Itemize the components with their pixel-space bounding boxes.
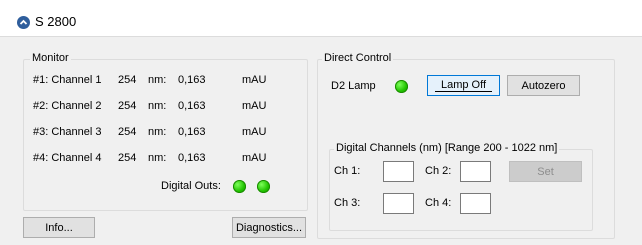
title-bar: S 2800 xyxy=(0,0,642,36)
ch3-input[interactable] xyxy=(383,193,414,214)
ch2-label: Ch 2: xyxy=(425,165,452,177)
diagnostics-button-label: Diagnostics... xyxy=(235,221,303,234)
channel-3-label: #3: Channel 3 xyxy=(33,126,102,138)
channel-1-label: #1: Channel 1 xyxy=(33,74,102,86)
set-button[interactable]: Set xyxy=(509,161,582,182)
autozero-button[interactable]: Autozero xyxy=(507,75,580,96)
d2-lamp-led-icon xyxy=(395,80,408,93)
channel-4-label: #4: Channel 4 xyxy=(33,152,102,164)
ch4-label: Ch 4: xyxy=(425,197,452,209)
digital-channels-group: Digital Channels (nm) [Range 200 - 1022 … xyxy=(329,142,593,231)
channel-1-value: 0,163 xyxy=(178,74,206,86)
direct-control-legend: Direct Control xyxy=(322,52,394,64)
digital-out-1-led-icon xyxy=(233,180,246,193)
digital-outs-label: Digital Outs: xyxy=(161,180,221,192)
channel-1-wavelength: 254 xyxy=(118,74,137,86)
diagnostics-button[interactable]: Diagnostics... xyxy=(232,217,306,238)
channel-2-nm-label: nm: xyxy=(148,100,167,112)
info-button[interactable]: Info... xyxy=(23,217,95,238)
channel-3-nm-label: nm: xyxy=(148,126,167,138)
ch2-input[interactable] xyxy=(460,161,491,182)
ch4-input[interactable] xyxy=(460,193,491,214)
monitor-legend: Monitor xyxy=(30,52,71,64)
digital-channels-legend: Digital Channels (nm) [Range 200 - 1022 … xyxy=(334,142,560,154)
channel-2-wavelength: 254 xyxy=(118,100,137,112)
collapse-chevron-icon[interactable] xyxy=(17,16,30,29)
channel-4-unit: mAU xyxy=(242,152,267,164)
ch3-label: Ch 3: xyxy=(334,197,361,209)
monitor-group: Monitor #1: Channel 1 254 nm: 0,163 mAU … xyxy=(23,52,308,211)
channel-4-value: 0,163 xyxy=(178,152,206,164)
control-panel: Monitor #1: Channel 1 254 nm: 0,163 mAU … xyxy=(0,36,642,245)
lamp-off-button-label: Lamp Off xyxy=(434,79,493,92)
set-button-label: Set xyxy=(537,165,554,178)
digital-out-2-led-icon xyxy=(257,180,270,193)
ch1-label: Ch 1: xyxy=(334,165,361,177)
channel-3-unit: mAU xyxy=(242,126,267,138)
channel-1-unit: mAU xyxy=(242,74,267,86)
window-title: S 2800 xyxy=(35,14,77,29)
channel-1-nm-label: nm: xyxy=(148,74,167,86)
channel-2-label: #2: Channel 2 xyxy=(33,100,102,112)
channel-2-unit: mAU xyxy=(242,100,267,112)
d2-lamp-label: D2 Lamp xyxy=(331,80,376,92)
info-button-label: Info... xyxy=(45,221,73,234)
ch1-input[interactable] xyxy=(383,161,414,182)
autozero-button-label: Autozero xyxy=(521,79,566,92)
channel-4-wavelength: 254 xyxy=(118,152,137,164)
lamp-off-button[interactable]: Lamp Off xyxy=(427,75,500,96)
channel-4-nm-label: nm: xyxy=(148,152,167,164)
channel-3-value: 0,163 xyxy=(178,126,206,138)
channel-3-wavelength: 254 xyxy=(118,126,137,138)
direct-control-group: Direct Control D2 Lamp Lamp Off Autozero… xyxy=(317,52,615,239)
channel-2-value: 0,163 xyxy=(178,100,206,112)
